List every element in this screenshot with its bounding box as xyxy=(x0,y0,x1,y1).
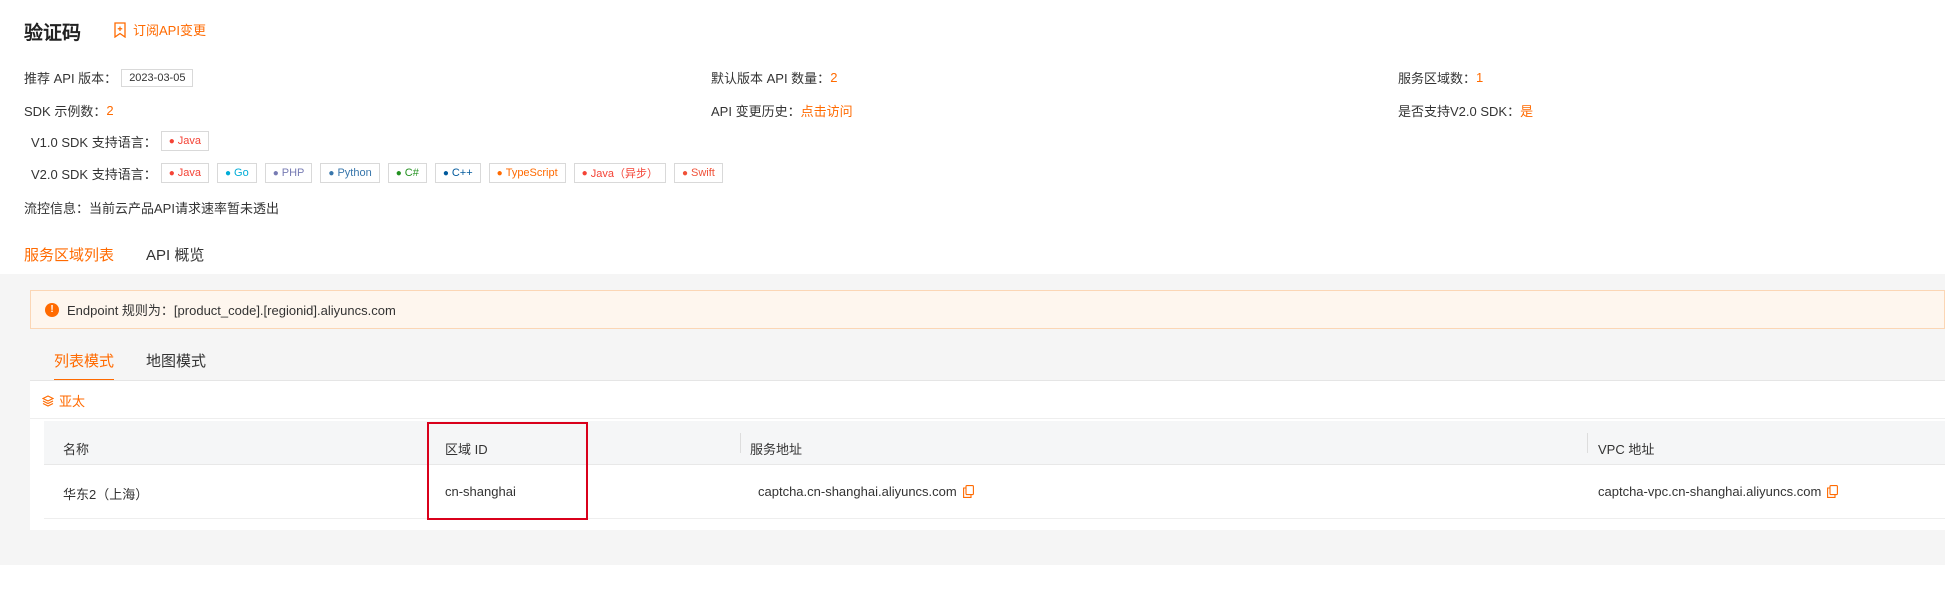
api-change-history: API 变更历史： 点击访问 xyxy=(711,101,853,120)
subscribe-label: 订阅API变更 xyxy=(133,23,206,38)
subscribe-api-changes-link[interactable]: 订阅API变更 xyxy=(113,20,206,39)
language-tag[interactable]: ● PHP xyxy=(264,163,313,183)
v2-sdk-support: 是否支持V2.0 SDK： 是 xyxy=(1398,101,1533,120)
cpp-icon: ● xyxy=(442,167,449,179)
language-label: C# xyxy=(404,167,419,179)
bookmark-plus-icon xyxy=(114,21,126,38)
language-label: Java xyxy=(177,135,201,147)
highlight-box xyxy=(427,422,588,520)
go-icon: ● xyxy=(225,167,232,179)
java-icon: ● xyxy=(581,167,588,179)
view-mode-tabs: 列表模式 地图模式 xyxy=(54,350,238,381)
tab-service-regions[interactable]: 服务区域列表 xyxy=(24,244,115,276)
tab-api-overview[interactable]: API 概览 xyxy=(146,244,204,276)
endpoint-rule-text: Endpoint 规则为：[product_code].[regionid].a… xyxy=(67,303,396,318)
language-label: TypeScript xyxy=(505,167,558,179)
column-header-service-address: 服务地址 xyxy=(750,442,803,457)
java-icon: ● xyxy=(168,167,175,179)
copy-icon[interactable] xyxy=(1827,485,1839,498)
vpc-address-text: captcha-vpc.cn-shanghai.aliyuncs.com xyxy=(1598,484,1822,499)
sdk-examples-value[interactable]: 2 xyxy=(106,103,113,118)
tab-map-mode[interactable]: 地图模式 xyxy=(146,350,206,381)
copy-icon[interactable] xyxy=(962,485,974,498)
endpoint-notice: ! Endpoint 规则为：[product_code].[regionid]… xyxy=(30,290,1945,329)
language-tag[interactable]: ● Swift xyxy=(673,163,723,183)
info-icon: ! xyxy=(45,302,59,317)
tab-list-mode[interactable]: 列表模式 xyxy=(54,350,115,381)
v2-sdk-languages: V2.0 SDK 支持语言： ● Java ● Go ● PHP ● Python ● C# ● C+… xyxy=(31,163,731,183)
sdk-examples-count: SDK 示例数： 2 xyxy=(24,103,114,119)
region-group-header[interactable]: 亚太 xyxy=(42,391,85,410)
default-api-count-value: 2 xyxy=(830,70,838,85)
python-icon: ● xyxy=(328,167,335,179)
region-group-label: 亚太 xyxy=(59,394,86,409)
php-icon: ● xyxy=(272,167,279,179)
api-version-badge: 2023-03-05 xyxy=(121,68,194,87)
language-tag[interactable]: ● C++ xyxy=(434,163,481,183)
region-count: 服务区域数： 1 xyxy=(1398,70,1484,86)
language-label: Python xyxy=(337,167,372,179)
language-label: Java（异步） xyxy=(590,168,658,180)
flow-control-info: 流控信息：当前云产品API请求速率暂未透出 xyxy=(24,201,279,216)
column-header-vpc-address: VPC 地址 xyxy=(1598,442,1655,457)
csharp-icon: ● xyxy=(395,167,402,179)
language-tag[interactable]: ● Python xyxy=(320,163,380,183)
language-tag[interactable]: ● Java xyxy=(160,131,209,151)
language-tag[interactable]: ● TypeScript xyxy=(488,163,566,183)
divider xyxy=(30,418,1945,419)
language-label: C++ xyxy=(451,167,473,179)
java-icon: ● xyxy=(168,135,175,147)
row-divider xyxy=(44,518,1945,519)
service-address-text: captcha.cn-shanghai.aliyuncs.com xyxy=(758,484,957,499)
page-title: 验证码 xyxy=(24,23,82,44)
region-count-value: 1 xyxy=(1476,70,1484,85)
column-separator xyxy=(1587,433,1588,453)
language-tag[interactable]: ● C# xyxy=(387,163,427,183)
column-header-name: 名称 xyxy=(63,442,90,457)
v2-sdk-support-value: 是 xyxy=(1520,104,1534,119)
column-separator xyxy=(740,433,741,453)
language-label: Java xyxy=(177,167,201,179)
table-header xyxy=(44,421,1945,465)
cell-vpc-address: captcha-vpc.cn-shanghai.aliyuncs.com xyxy=(1598,484,1839,499)
v2-language-list: ● Java ● Go ● PHP ● Python ● C# ● C++ ● TypeScript ● Ja… xyxy=(160,163,731,183)
v1-language-list: ● Java xyxy=(160,131,217,151)
default-api-count: 默认版本 API 数量： 2 xyxy=(711,70,838,86)
api-history-link[interactable]: 点击访问 xyxy=(801,101,853,120)
cell-region-name: 华东2（上海） xyxy=(63,487,149,502)
language-tag[interactable]: ● Java（异步） xyxy=(573,163,666,183)
v1-sdk-languages: V1.0 SDK 支持语言： ● Java xyxy=(31,131,217,151)
language-tag[interactable]: ● Go xyxy=(217,163,257,183)
swift-icon: ● xyxy=(681,167,689,179)
recommended-api-version: 推荐 API 版本： 2023-03-05 xyxy=(24,68,194,87)
language-tag[interactable]: ● Java xyxy=(160,163,209,183)
typescript-icon: ● xyxy=(496,167,503,179)
language-label: Swift xyxy=(691,167,715,179)
main-tabs: 服务区域列表 API 概览 xyxy=(24,244,236,276)
layers-icon xyxy=(42,394,54,407)
language-label: Go xyxy=(234,167,249,179)
cell-service-address: captcha.cn-shanghai.aliyuncs.com xyxy=(758,484,974,499)
language-label: PHP xyxy=(281,167,305,179)
